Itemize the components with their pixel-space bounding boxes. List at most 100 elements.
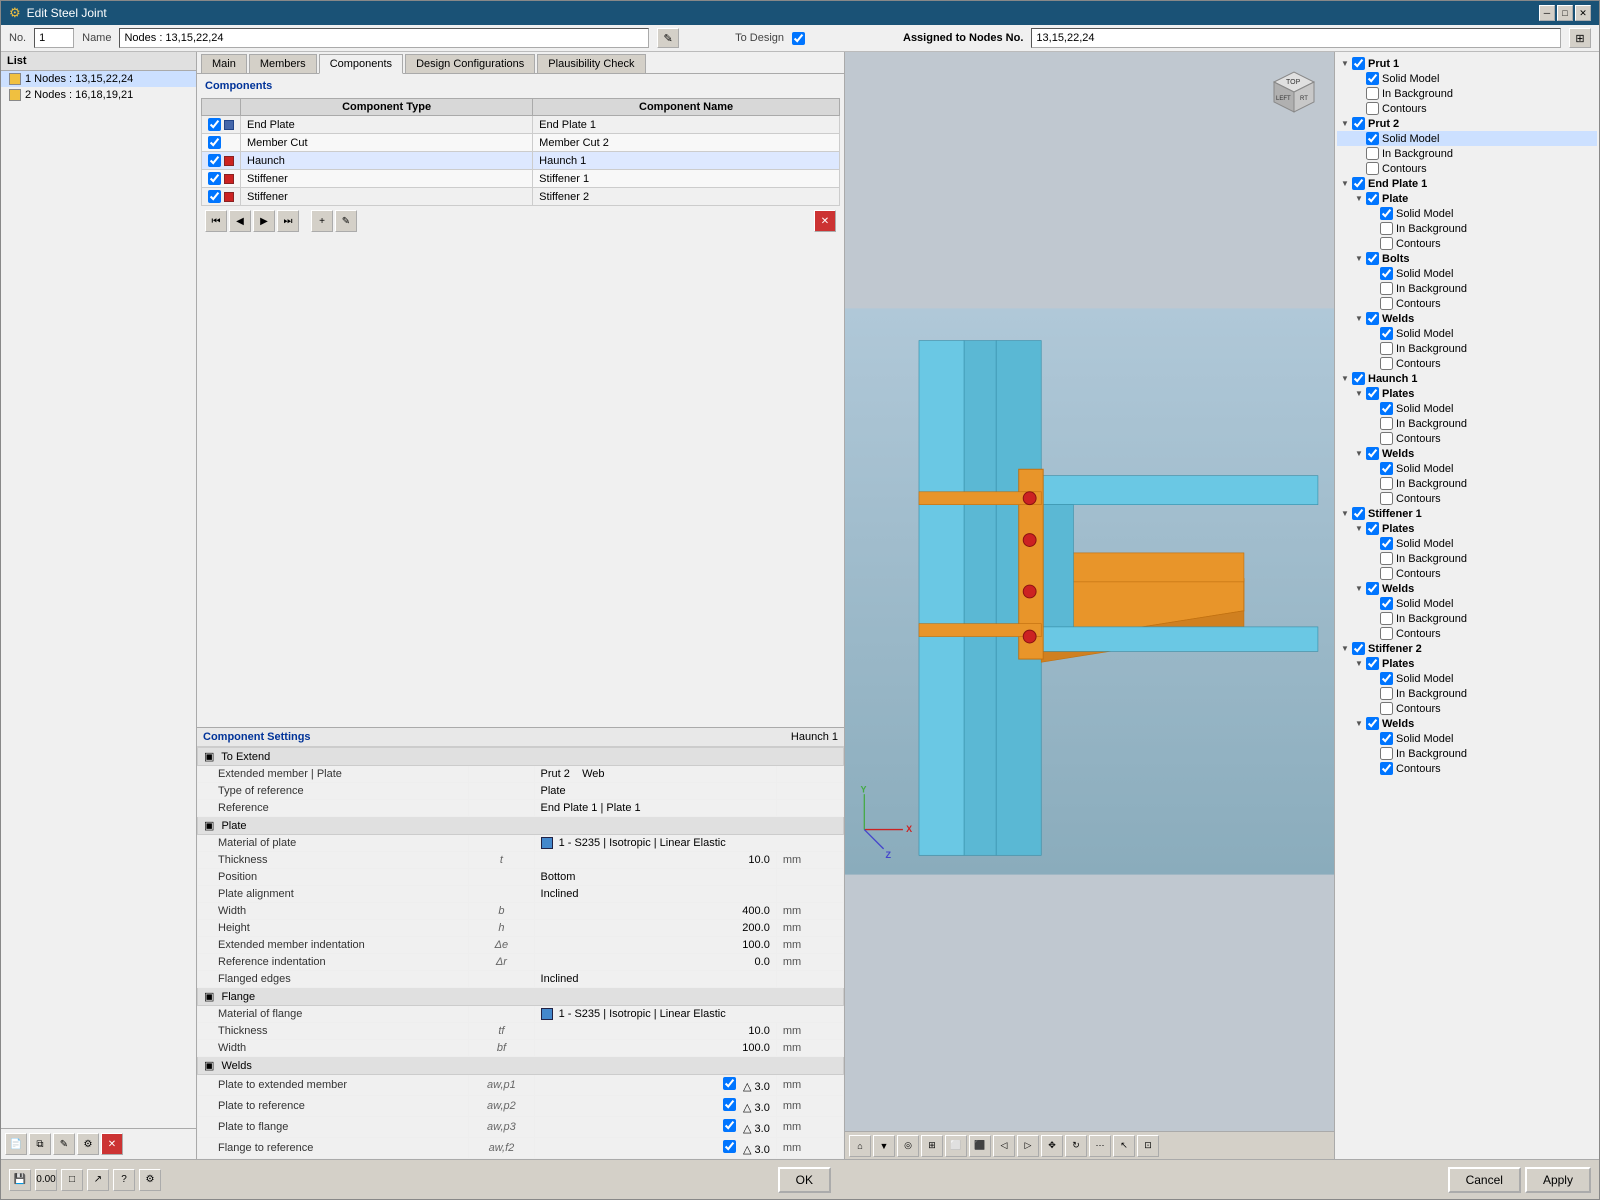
collapse-icon-to-extend[interactable]: ▣ [204,751,214,763]
weld-check-p1[interactable] [723,1077,736,1090]
list-delete-button[interactable]: ✕ [101,1133,123,1155]
tree-item-39[interactable]: ▼Stiffener 2 [1337,641,1597,656]
tree-item-38[interactable]: Contours [1337,626,1597,641]
view-front-button[interactable]: ⬜ [945,1135,967,1157]
tree-item-7[interactable]: Contours [1337,161,1597,176]
tree-item-41[interactable]: Solid Model [1337,671,1597,686]
comp-check-1[interactable] [208,136,221,149]
tree-arrow-39[interactable]: ▼ [1341,644,1349,653]
tree-item-25[interactable]: Contours [1337,431,1597,446]
tree-arrow-40[interactable]: ▼ [1355,659,1363,668]
tree-item-24[interactable]: In Background [1337,416,1597,431]
tree-item-15[interactable]: In Background [1337,281,1597,296]
tree-check-21[interactable] [1352,372,1365,385]
view-render-button[interactable]: ◎ [897,1135,919,1157]
collapse-icon-flange[interactable]: ▣ [204,991,214,1003]
comp-check-0[interactable] [208,118,221,131]
tree-item-5[interactable]: Solid Model [1337,131,1597,146]
tree-check-37[interactable] [1380,612,1393,625]
view-down-arrow[interactable]: ▼ [873,1135,895,1157]
tree-check-45[interactable] [1380,732,1393,745]
tab-components[interactable]: Components [319,54,403,74]
tree-arrow-8[interactable]: ▼ [1341,179,1349,188]
bottom-number-button[interactable]: 0.00 [35,1169,57,1191]
no-field[interactable] [34,28,74,48]
view-more1-button[interactable]: ⋯ [1089,1135,1111,1157]
tree-check-26[interactable] [1366,447,1379,460]
list-item-2[interactable]: 2 Nodes : 16,18,19,21 [1,87,196,103]
comp-add-button[interactable]: + [311,210,333,232]
tree-item-37[interactable]: In Background [1337,611,1597,626]
bottom-box-button[interactable]: □ [61,1169,83,1191]
apply-button[interactable]: Apply [1525,1167,1591,1193]
comp-last-button[interactable]: ⏭ [277,210,299,232]
tree-arrow-4[interactable]: ▼ [1341,119,1349,128]
tree-check-35[interactable] [1366,582,1379,595]
tree-check-40[interactable] [1366,657,1379,670]
tree-item-11[interactable]: In Background [1337,221,1597,236]
view-select-button[interactable]: ↖ [1113,1135,1135,1157]
tree-check-42[interactable] [1380,687,1393,700]
close-button[interactable]: ✕ [1575,5,1591,21]
tree-item-47[interactable]: Contours [1337,761,1597,776]
tree-arrow-13[interactable]: ▼ [1355,254,1363,263]
tree-item-19[interactable]: In Background [1337,341,1597,356]
weld-check-p2[interactable] [723,1098,736,1111]
to-design-checkbox[interactable] [792,32,805,45]
tree-item-2[interactable]: In Background [1337,86,1597,101]
tree-item-17[interactable]: ▼Welds [1337,311,1597,326]
tree-item-18[interactable]: Solid Model [1337,326,1597,341]
tree-check-25[interactable] [1380,432,1393,445]
collapse-icon-plate[interactable]: ▣ [204,820,214,832]
tree-check-41[interactable] [1380,672,1393,685]
comp-edit-button[interactable]: ✎ [335,210,357,232]
ok-button[interactable]: OK [778,1167,831,1193]
tree-item-40[interactable]: ▼Plates [1337,656,1597,671]
tree-check-22[interactable] [1366,387,1379,400]
view-zoom-fit[interactable]: ⊞ [921,1135,943,1157]
comp-row-0[interactable]: End Plate End Plate 1 [202,116,840,134]
tree-check-23[interactable] [1380,402,1393,415]
tree-check-9[interactable] [1366,192,1379,205]
name-field[interactable] [119,28,649,48]
view-more2-button[interactable]: ⊡ [1137,1135,1159,1157]
tree-check-12[interactable] [1380,237,1393,250]
tree-item-14[interactable]: Solid Model [1337,266,1597,281]
tree-item-27[interactable]: Solid Model [1337,461,1597,476]
tree-check-18[interactable] [1380,327,1393,340]
tree-check-7[interactable] [1366,162,1379,175]
tree-check-15[interactable] [1380,282,1393,295]
tree-check-2[interactable] [1366,87,1379,100]
tree-arrow-0[interactable]: ▼ [1341,59,1349,68]
tree-item-4[interactable]: ▼Prut 2 [1337,116,1597,131]
tree-check-17[interactable] [1366,312,1379,325]
list-new-button[interactable]: 📄 [5,1133,27,1155]
tree-check-27[interactable] [1380,462,1393,475]
tab-main[interactable]: Main [201,54,247,73]
assigned-field[interactable] [1031,28,1561,48]
view-left-button[interactable]: ◁ [993,1135,1015,1157]
tree-arrow-31[interactable]: ▼ [1355,524,1363,533]
comp-row-1[interactable]: Member Cut Member Cut 2 [202,134,840,152]
bottom-help-button[interactable]: ? [113,1169,135,1191]
tree-item-9[interactable]: ▼Plate [1337,191,1597,206]
view-3d[interactable]: X Y Z TOP LEFT RT [845,52,1334,1131]
tree-arrow-35[interactable]: ▼ [1355,584,1363,593]
tree-arrow-22[interactable]: ▼ [1355,389,1363,398]
tree-item-28[interactable]: In Background [1337,476,1597,491]
tree-item-43[interactable]: Contours [1337,701,1597,716]
maximize-button[interactable]: □ [1557,5,1573,21]
tab-plausibility[interactable]: Plausibility Check [537,54,645,73]
tree-item-0[interactable]: ▼Prut 1 [1337,56,1597,71]
comp-next-button[interactable]: ▶ [253,210,275,232]
tree-item-32[interactable]: Solid Model [1337,536,1597,551]
comp-check-2[interactable] [208,154,221,167]
tree-check-46[interactable] [1380,747,1393,760]
bottom-arrow-button[interactable]: ↗ [87,1169,109,1191]
tree-item-45[interactable]: Solid Model [1337,731,1597,746]
orientation-cube[interactable]: TOP LEFT RT [1264,62,1324,122]
tree-check-30[interactable] [1352,507,1365,520]
comp-row-2[interactable]: Haunch Haunch 1 [202,152,840,170]
tree-item-35[interactable]: ▼Welds [1337,581,1597,596]
bottom-settings2-button[interactable]: ⚙ [139,1169,161,1191]
